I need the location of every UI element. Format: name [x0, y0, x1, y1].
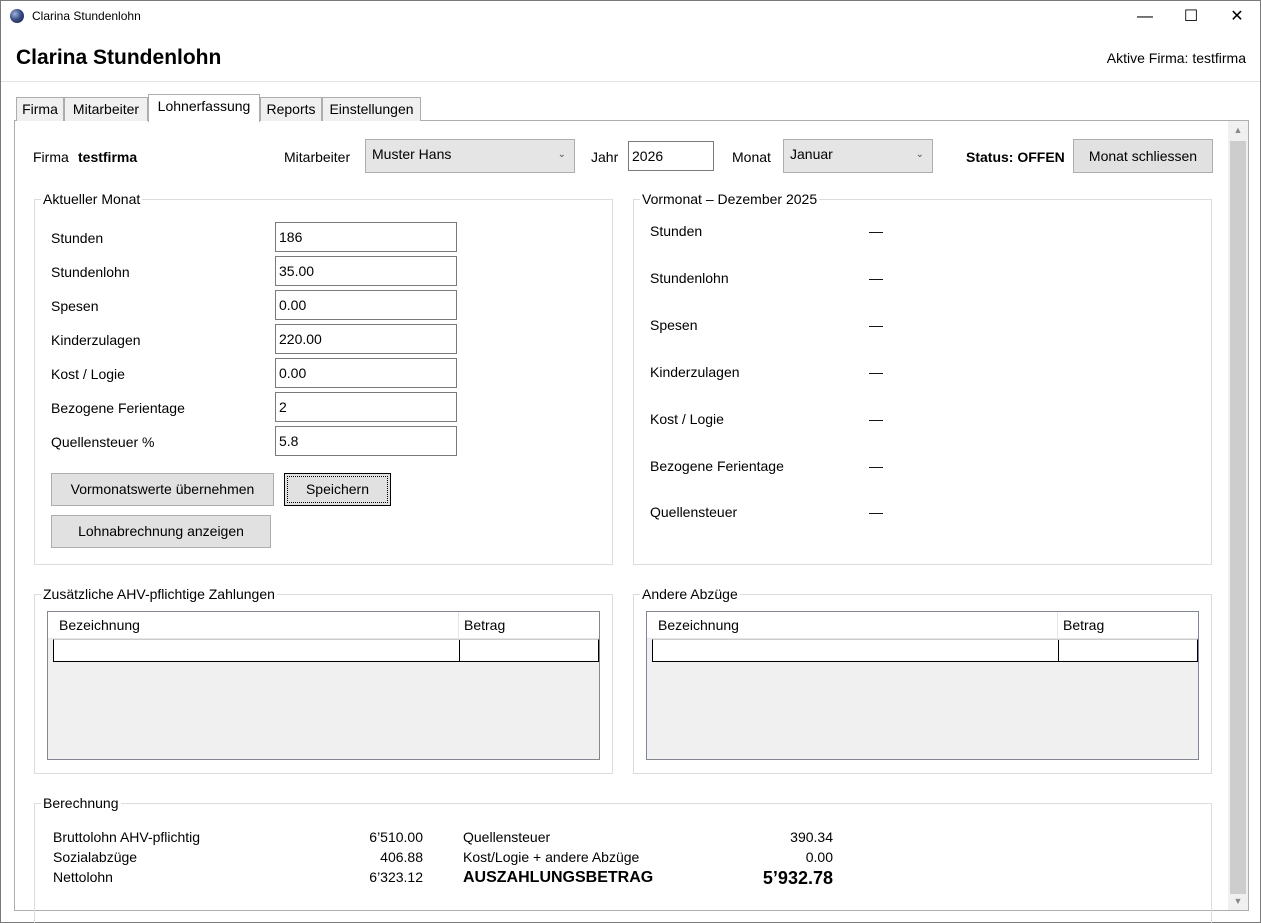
other-deductions-grid[interactable]: Bezeichnung Betrag — [646, 611, 1199, 760]
tab-einstellungen[interactable]: Einstellungen — [322, 97, 421, 121]
stunden-label: Stunden — [51, 230, 104, 246]
other-deductions-calc-value: 0.00 — [805, 849, 833, 865]
kinderzulagen-input[interactable]: 220.00 — [275, 324, 457, 354]
firma-value: testfirma — [78, 149, 138, 165]
brutto-value: 6’510.00 — [369, 829, 423, 845]
firma-label: Firma — [33, 149, 69, 165]
spesen-input[interactable]: 0.00 — [275, 290, 457, 320]
column-header-bezeichnung[interactable]: Bezeichnung — [59, 617, 140, 633]
vertical-scrollbar[interactable]: ▲ ▼ — [1228, 121, 1248, 910]
mitarbeiter-label: Mitarbeiter — [284, 149, 351, 165]
maximize-button[interactable]: ☐ — [1168, 1, 1214, 32]
show-payslip-button[interactable]: Lohnabrechnung anzeigen — [51, 515, 271, 548]
tab-reports[interactable]: Reports — [260, 97, 322, 121]
kinderzulagen-label: Kinderzulagen — [51, 332, 141, 348]
grid-new-row[interactable] — [53, 639, 599, 662]
brutto-label: Bruttolohn AHV-pflichtig — [53, 829, 201, 845]
prev-kost-logie-label: Kost / Logie — [650, 411, 724, 427]
jahr-input[interactable]: 2026 — [628, 141, 714, 171]
column-header-bezeichnung[interactable]: Bezeichnung — [658, 617, 739, 633]
current-month-title: Aktueller Monat — [41, 191, 143, 207]
app-logo-icon — [10, 9, 24, 23]
prev-ferientage-label: Bezogene Ferientage — [650, 458, 784, 474]
prev-spesen-value: — — [869, 317, 883, 333]
jahr-label: Jahr — [591, 149, 619, 165]
scroll-thumb[interactable] — [1230, 141, 1246, 894]
nettolohn-value: 6’323.12 — [369, 869, 423, 885]
mitarbeiter-select-value: Muster Hans — [372, 146, 452, 162]
scroll-up-icon[interactable]: ▲ — [1228, 121, 1248, 139]
payout-label: AUSZAHLUNGSBETRAG — [463, 869, 654, 886]
prev-kinderzulagen-label: Kinderzulagen — [650, 364, 740, 380]
quellensteuer-calc-value: 390.34 — [790, 829, 833, 845]
close-button[interactable]: ✕ — [1214, 1, 1260, 32]
grid-new-row[interactable] — [652, 639, 1198, 662]
copy-previous-button[interactable]: Vormonatswerte übernehmen — [51, 473, 274, 506]
ahv-payments-title: Zusätzliche AHV-pflichtige Zahlungen — [41, 586, 277, 602]
stundenlohn-label: Stundenlohn — [51, 264, 130, 280]
tab-firma[interactable]: Firma — [16, 97, 64, 121]
prev-kinderzulagen-value: — — [869, 364, 883, 380]
ferientage-input[interactable]: 2 — [275, 392, 457, 422]
prev-ferientage-value: — — [869, 458, 883, 474]
column-header-betrag[interactable]: Betrag — [1063, 617, 1104, 633]
nettolohn-label: Nettolohn — [53, 869, 113, 885]
chevron-down-icon: ⌄ — [557, 149, 566, 160]
tab-lohnerfassung[interactable]: Lohnerfassung — [148, 94, 260, 122]
active-company-label: Aktive Firma: testfirma — [1106, 50, 1246, 66]
close-month-button[interactable]: Monat schliessen — [1073, 139, 1213, 173]
quellensteuer-calc-label: Quellensteuer — [463, 829, 551, 845]
status-badge: Status: OFFEN — [966, 149, 1065, 165]
prev-spesen-label: Spesen — [650, 317, 698, 333]
ferientage-label: Bezogene Ferientage — [51, 400, 185, 416]
mitarbeiter-select[interactable]: Muster Hans ⌄ — [365, 139, 575, 173]
quellensteuer-label: Quellensteuer % — [51, 434, 155, 450]
ahv-payments-grid[interactable]: Bezeichnung Betrag — [47, 611, 600, 760]
minimize-button[interactable]: — — [1122, 1, 1168, 32]
app-header: Clarina Stundenlohn Aktive Firma: testfi… — [1, 32, 1260, 82]
save-button[interactable]: Speichern — [284, 473, 391, 506]
grid-header: Bezeichnung Betrag — [647, 612, 1198, 639]
tab-mitarbeiter[interactable]: Mitarbeiter — [64, 97, 148, 121]
title-bar: Clarina Stundenlohn — ☐ ✕ — [1, 1, 1260, 32]
prev-stundenlohn-value: — — [869, 270, 883, 286]
prev-quellensteuer-value: — — [869, 504, 883, 520]
grid-header: Bezeichnung Betrag — [48, 612, 599, 639]
kost-logie-input[interactable]: 0.00 — [275, 358, 457, 388]
app-window: Clarina Stundenlohn — ☐ ✕ Clarina Stunde… — [0, 0, 1261, 923]
chevron-down-icon: ⌄ — [915, 149, 924, 160]
sozialabzuege-label: Sozialabzüge — [53, 849, 138, 865]
stunden-input[interactable]: 186 — [275, 222, 457, 252]
monat-label: Monat — [732, 149, 771, 165]
prev-kost-logie-value: — — [869, 411, 883, 427]
previous-month-title: Vormonat – Dezember 2025 — [640, 191, 820, 207]
spesen-label: Spesen — [51, 298, 99, 314]
column-header-betrag[interactable]: Betrag — [464, 617, 505, 633]
prev-quellensteuer-label: Quellensteuer — [650, 504, 738, 520]
prev-stunden-value: — — [869, 223, 883, 239]
monat-select[interactable]: Januar ⌄ — [783, 139, 933, 173]
sozialabzuege-value: 406.88 — [380, 849, 423, 865]
window-title: Clarina Stundenlohn — [32, 9, 141, 23]
prev-stundenlohn-label: Stundenlohn — [650, 270, 729, 286]
quellensteuer-input[interactable]: 5.8 — [275, 426, 457, 456]
prev-stunden-label: Stunden — [650, 223, 703, 239]
page-title: Clarina Stundenlohn — [16, 46, 222, 69]
payout-value: 5’932.78 — [762, 868, 833, 888]
other-deductions-calc-label: Kost/Logie + andere Abzüge — [463, 849, 640, 865]
stundenlohn-input[interactable]: 35.00 — [275, 256, 457, 286]
monat-select-value: Januar — [790, 146, 833, 162]
scroll-down-icon[interactable]: ▼ — [1228, 892, 1248, 910]
other-deductions-title: Andere Abzüge — [640, 586, 740, 602]
calculation-title: Berechnung — [41, 795, 121, 811]
kost-logie-label: Kost / Logie — [51, 366, 125, 382]
